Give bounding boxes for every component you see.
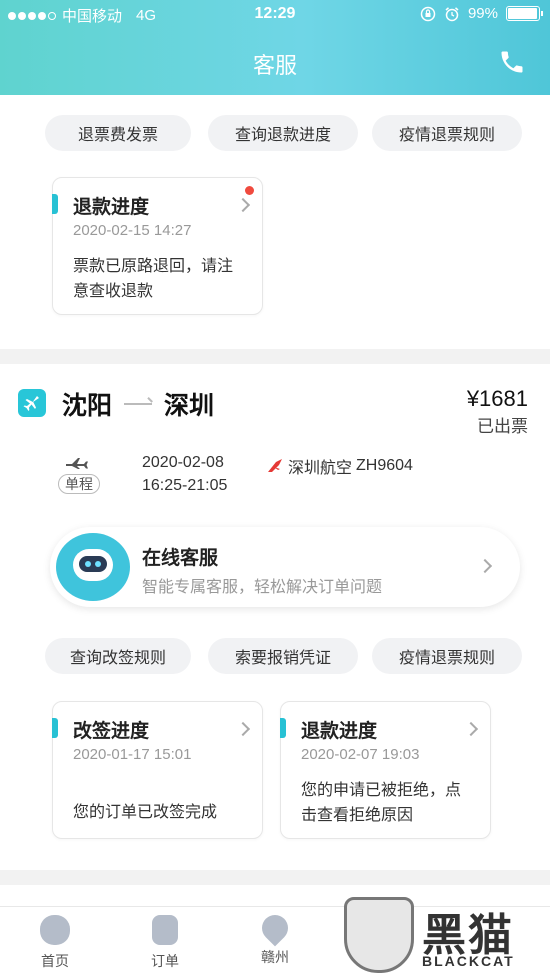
tab-city[interactable]: 赣州 <box>240 909 310 967</box>
status-bar: 中国移动 4G 12:29 99% <box>0 5 550 27</box>
online-service-subtitle: 智能专属客服，轻松解决订单问题 <box>142 579 383 596</box>
chevron-right-icon <box>477 558 493 574</box>
card-accent-bar <box>52 194 58 214</box>
order-price: ¥1681 <box>466 386 528 411</box>
watermark-sub: BLACKCAT <box>422 953 515 969</box>
chip-epidemic-rule-2[interactable]: 疫情退票规则 <box>372 638 522 674</box>
card-body: 票款已原路退回，请注意查收退款 <box>73 258 234 300</box>
location-icon <box>256 909 294 947</box>
tab-orders[interactable]: 订单 <box>130 915 200 971</box>
card-body: 您的订单已改签完成 <box>73 804 218 821</box>
blackcat-watermark: 黑猫 BLACKCAT <box>344 897 544 975</box>
cat-shield-logo-icon <box>344 897 414 973</box>
plane-takeoff-icon <box>66 458 88 469</box>
departure-city: 沈阳 <box>62 392 113 420</box>
ticket-status: 已出票 <box>477 417 528 436</box>
chip-refund-invoice[interactable]: 退票费发票 <box>45 115 191 151</box>
robot-avatar-icon <box>56 533 130 601</box>
card-accent-bar <box>280 718 286 738</box>
change-progress-card[interactable]: 改签进度 2020-01-17 15:01 您的订单已改签完成 <box>52 701 263 839</box>
battery-percent: 99% <box>467 5 498 22</box>
page-title: 客服 <box>252 53 297 78</box>
chevron-right-icon <box>235 197 251 213</box>
airline-logo-icon <box>268 459 282 472</box>
flight-date: 2020-02-08 <box>142 454 224 471</box>
quick-section: 退票费发票 查询退款进度 疫情退票规则 退款进度 2020-02-15 14:2… <box>0 95 550 349</box>
tab-label: 首页 <box>41 953 69 969</box>
status-right: 99% <box>420 5 543 22</box>
chevron-right-icon <box>235 721 251 737</box>
chip-change-rule[interactable]: 查询改签规则 <box>45 638 191 674</box>
home-icon <box>40 915 70 945</box>
card-time: 2020-01-17 15:01 <box>73 746 192 763</box>
refund-progress-card[interactable]: 退款进度 2020-02-15 14:27 票款已原路退回，请注意查收退款 <box>52 177 263 315</box>
order-icon <box>152 915 178 945</box>
route: 沈阳 深圳 <box>62 386 214 422</box>
airline-name: 深圳航空 <box>288 460 353 477</box>
robot-eye-left <box>85 561 91 567</box>
card-body: 您的申请已被拒绝，点击查看拒绝原因 <box>301 782 462 824</box>
card-time: 2020-02-07 19:03 <box>301 746 420 763</box>
lock-rotation-icon <box>420 6 436 21</box>
chip-epidemic-rule[interactable]: 疫情退票规则 <box>372 115 522 151</box>
tab-label: 订单 <box>151 953 179 969</box>
card-title: 改签进度 <box>73 721 150 742</box>
header: 中国移动 4G 12:29 99% 客服 <box>0 0 550 95</box>
robot-eye-right <box>95 561 101 567</box>
battery-fill <box>508 8 537 19</box>
robot-face <box>79 556 107 572</box>
order-section: 沈阳 深圳 ¥1681 已出票 单程 2020-02-08 16:25-21:0… <box>0 364 550 870</box>
unread-dot <box>245 186 254 195</box>
route-arrow-icon <box>124 403 153 405</box>
card-title: 退款进度 <box>301 721 378 742</box>
airline-info: 深圳航空 ZH9604 <box>266 454 413 478</box>
online-service-card[interactable]: 在线客服 智能专属客服，轻松解决订单问题 <box>50 527 520 607</box>
airplane-icon <box>23 396 39 411</box>
flight-badge-icon <box>18 389 46 417</box>
chevron-right-icon <box>463 721 479 737</box>
chip-request-receipt[interactable]: 索要报销凭证 <box>208 638 358 674</box>
card-accent-bar <box>52 718 58 738</box>
battery-icon <box>506 6 543 21</box>
chip-query-refund[interactable]: 查询退款进度 <box>208 115 358 151</box>
flight-time: 16:25-21:05 <box>142 477 228 494</box>
tab-home[interactable]: 首页 <box>20 915 90 971</box>
card-time: 2020-02-15 14:27 <box>73 222 192 239</box>
trip-type-badge: 单程 <box>58 474 100 494</box>
flight-number: ZH9604 <box>356 457 413 474</box>
robot-head <box>73 549 113 581</box>
tab-label: 赣州 <box>261 949 289 965</box>
arrival-city: 深圳 <box>164 392 215 420</box>
alarm-icon <box>445 6 459 21</box>
phone-icon[interactable] <box>498 48 526 76</box>
online-service-title: 在线客服 <box>142 548 219 569</box>
card-title: 退款进度 <box>73 197 150 218</box>
refund-progress-card-2[interactable]: 退款进度 2020-02-07 19:03 您的申请已被拒绝，点击查看拒绝原因 <box>280 701 491 839</box>
